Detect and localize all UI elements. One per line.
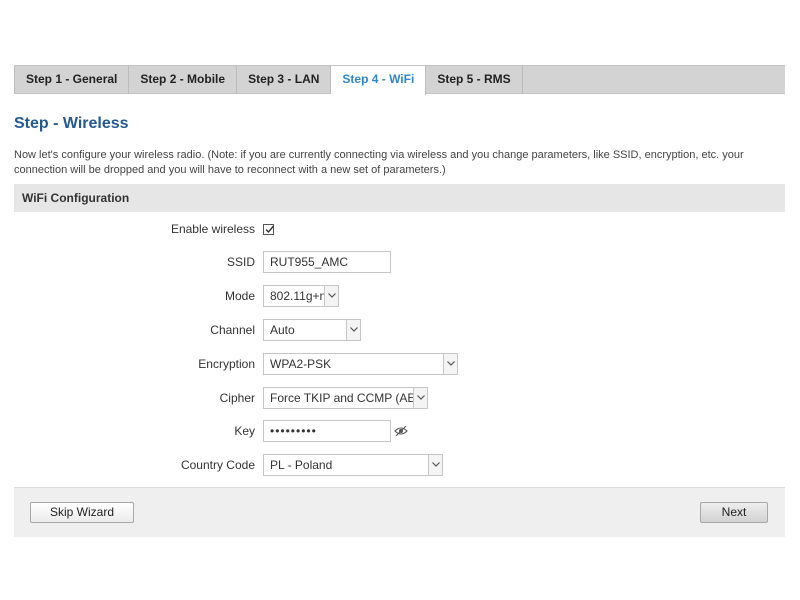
tab-wifi[interactable]: Step 4 - WiFi — [331, 66, 427, 95]
ssid-label: SSID — [226, 255, 255, 269]
key-row: Key — [14, 420, 785, 444]
encryption-select[interactable]: WPA2-PSK — [263, 353, 458, 375]
cipher-value: Force TKIP and CCMP (AES) — [270, 391, 428, 405]
ssid-input[interactable] — [263, 251, 391, 273]
cipher-select[interactable]: Force TKIP and CCMP (AES) — [263, 387, 428, 409]
cipher-row: Cipher Force TKIP and CCMP (AES) — [14, 387, 785, 411]
wizard-footer: Skip Wizard Next — [14, 487, 785, 537]
enable-wireless-checkbox[interactable] — [263, 224, 275, 235]
page-title: Step - Wireless — [14, 115, 129, 132]
enable-wireless-row: Enable wireless — [14, 218, 785, 242]
tab-rms[interactable]: Step 5 - RMS — [426, 66, 523, 94]
chevron-down-icon — [350, 327, 358, 332]
hide-password-icon[interactable] — [394, 424, 408, 437]
mode-value: 802.11g+n — [270, 289, 327, 303]
mode-select[interactable]: 802.11g+n — [263, 285, 339, 307]
country-code-label: Country Code — [180, 458, 255, 472]
chevron-down-icon — [447, 361, 455, 366]
country-code-select[interactable]: PL - Poland — [263, 454, 443, 476]
tab-lan[interactable]: Step 3 - LAN — [237, 66, 332, 94]
country-code-row: Country Code PL - Poland — [14, 454, 785, 478]
mode-row: Mode 802.11g+n — [14, 285, 785, 309]
tab-general[interactable]: Step 1 - General — [14, 66, 130, 94]
checkmark-icon — [265, 225, 275, 234]
encryption-label: Encryption — [198, 357, 255, 371]
page-description: Now let's configure your wireless radio.… — [14, 149, 744, 176]
channel-value: Auto — [270, 323, 295, 337]
wizard-page: Step 1 - General Step 2 - Mobile Step 3 … — [0, 0, 800, 600]
key-input[interactable] — [263, 420, 391, 442]
channel-row: Channel Auto — [14, 319, 785, 343]
chevron-down-icon — [432, 462, 440, 467]
key-label: Key — [234, 424, 255, 438]
tab-mobile[interactable]: Step 2 - Mobile — [129, 66, 238, 94]
chevron-down-icon — [328, 293, 336, 298]
next-button[interactable]: Next — [700, 502, 768, 523]
channel-label: Channel — [210, 323, 255, 337]
country-code-value: PL - Poland — [270, 458, 333, 472]
chevron-down-icon — [417, 395, 425, 400]
ssid-row: SSID — [14, 251, 785, 275]
channel-select[interactable]: Auto — [263, 319, 361, 341]
mode-label: Mode — [224, 289, 255, 303]
encryption-row: Encryption WPA2-PSK — [14, 353, 785, 377]
section-header: WiFi Configuration — [14, 184, 785, 212]
wizard-tabs: Step 1 - General Step 2 - Mobile Step 3 … — [14, 65, 785, 95]
cipher-label: Cipher — [219, 391, 255, 405]
skip-wizard-button[interactable]: Skip Wizard — [30, 502, 134, 523]
encryption-value: WPA2-PSK — [270, 357, 332, 371]
enable-wireless-label: Enable wireless — [170, 222, 255, 236]
